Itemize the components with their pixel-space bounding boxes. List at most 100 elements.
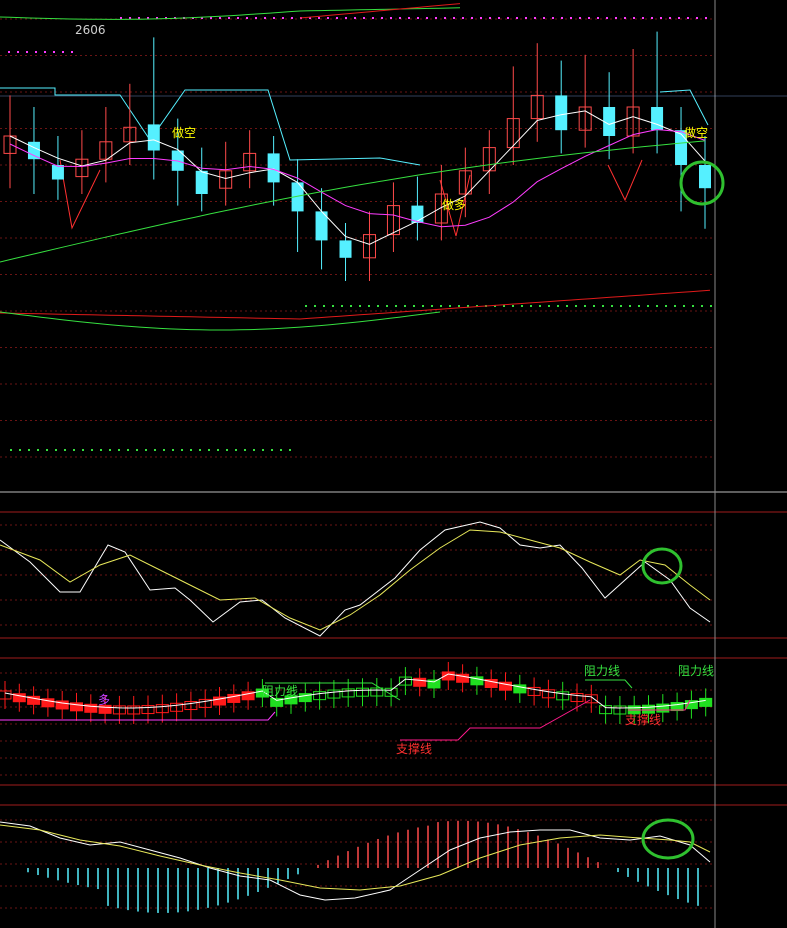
dot-level-magenta [435, 17, 437, 19]
dot-level-magenta [327, 17, 329, 19]
dot-level-magenta [210, 17, 212, 19]
ma-magenta [9, 128, 706, 228]
candle-body [651, 107, 664, 131]
dot-level-magenta [8, 51, 10, 53]
dot-level-green [575, 305, 577, 307]
dot-level-green [226, 449, 228, 451]
dot-level-green [422, 305, 424, 307]
dot-level-green [136, 449, 138, 451]
dot-level-magenta [219, 17, 221, 19]
grid-lines [0, 18, 715, 909]
dot-level-magenta [318, 17, 320, 19]
support-line [0, 711, 276, 721]
dot-level-magenta [579, 17, 581, 19]
dot-level-green [647, 305, 649, 307]
dot-level-magenta [62, 51, 64, 53]
dot-level-magenta [516, 17, 518, 19]
dot-level-magenta [444, 17, 446, 19]
dot-level-green [37, 449, 39, 451]
dot-level-green [701, 305, 703, 307]
dot-level-green [521, 305, 523, 307]
dot-level-magenta [255, 17, 257, 19]
candle-body [147, 124, 160, 151]
signal-label: 做空 [684, 125, 708, 140]
dot-level-green [593, 305, 595, 307]
dot-level-magenta [44, 51, 46, 53]
dot-level-magenta [678, 17, 680, 19]
dot-level-magenta [462, 17, 464, 19]
dot-level-green [350, 305, 352, 307]
dot-level-green [244, 449, 246, 451]
dot-level-magenta [53, 51, 55, 53]
dot-level-green [611, 305, 613, 307]
oscillator-fast-line [0, 521, 711, 637]
resistance-line [585, 679, 633, 689]
sr-annotation: 阻力线 [584, 664, 620, 678]
dot-level-green [665, 305, 667, 307]
dot-level-magenta [480, 17, 482, 19]
dot-level-green [217, 449, 219, 451]
dot-level-magenta [453, 17, 455, 19]
candle-body [267, 153, 280, 183]
signal-line-red [59, 159, 101, 230]
dot-level-green [64, 449, 66, 451]
dot-level-green [539, 305, 541, 307]
dot-level-magenta [399, 17, 401, 19]
dot-level-green [127, 449, 129, 451]
dot-level-green [674, 305, 676, 307]
circle-annotations [641, 160, 725, 860]
oscillator-slow-line [0, 529, 711, 631]
sr-annotation: 支撑线 [625, 712, 661, 727]
dot-level-green [289, 449, 291, 451]
dot-level-magenta [26, 51, 28, 53]
dot-level-magenta [345, 17, 347, 19]
ma-white [9, 110, 706, 245]
dot-level-green [19, 449, 21, 451]
dot-level-green [109, 449, 111, 451]
dot-level-magenta [138, 17, 140, 19]
dot-level-magenta [282, 17, 284, 19]
dot-level-magenta [651, 17, 653, 19]
dot-level-magenta [687, 17, 689, 19]
dot-level-green [314, 305, 316, 307]
dot-level-green [710, 305, 712, 307]
dot-level-green [100, 449, 102, 451]
dot-level-green [620, 305, 622, 307]
dot-level-green [503, 305, 505, 307]
dot-level-green [629, 305, 631, 307]
dot-level-magenta [669, 17, 671, 19]
dot-level-green [413, 305, 415, 307]
dot-level-green [404, 305, 406, 307]
dot-level-green [395, 305, 397, 307]
dot-level-green [145, 449, 147, 451]
dot-level-magenta [408, 17, 410, 19]
dot-level-green [46, 449, 48, 451]
candle-body [27, 141, 40, 160]
dot-level-green [253, 449, 255, 451]
candle-body [699, 165, 711, 189]
sr-ma-white [4, 673, 706, 709]
macd-dea-line [0, 824, 711, 891]
signal-line-red [607, 159, 643, 202]
support-line [400, 699, 591, 741]
dot-level-magenta [71, 51, 73, 53]
dot-level-magenta [471, 17, 473, 19]
candle-body [195, 170, 208, 194]
dot-level-green [368, 305, 370, 307]
dot-level-green [82, 449, 84, 451]
dot-level-magenta [129, 17, 131, 19]
dot-level-green [163, 449, 165, 451]
candle-body [339, 240, 352, 258]
dot-level-magenta [237, 17, 239, 19]
stop-line [0, 87, 421, 166]
dot-level-magenta [552, 17, 554, 19]
dot-level-green [386, 305, 388, 307]
dot-level-magenta [363, 17, 365, 19]
dot-level-green [512, 305, 514, 307]
dot-level-green [557, 305, 559, 307]
dot-level-magenta [381, 17, 383, 19]
dot-level-magenta [606, 17, 608, 19]
dot-level-green [10, 449, 12, 451]
price-label: 2606 [75, 23, 106, 37]
dot-level-magenta [426, 17, 428, 19]
